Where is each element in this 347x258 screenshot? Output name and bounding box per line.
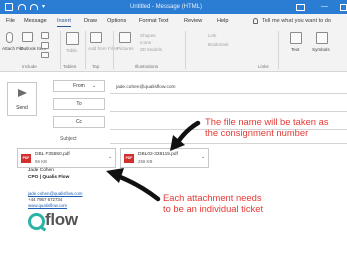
undo-icon[interactable]	[18, 3, 26, 11]
annotation-ticket-line1: Each attachment needs	[163, 192, 262, 203]
tell-me-search[interactable]: Tell me what you want to do	[262, 17, 331, 25]
pictures-button[interactable]: Pictures	[117, 46, 134, 51]
message-form: Send From ⌄ jade.cohen@qualisflow.com To…	[0, 72, 347, 258]
ribbon-display-options-icon[interactable]	[296, 4, 305, 11]
tab-draw[interactable]: Draw	[84, 17, 97, 25]
icons-button[interactable]: Icons	[140, 40, 151, 45]
tab-insert[interactable]: Insert	[57, 17, 71, 27]
subject-input[interactable]	[110, 143, 347, 144]
to-input[interactable]	[110, 111, 347, 112]
logo-text: flow	[45, 210, 78, 229]
outlook-compose-window: ▾ Untitled - Message (HTML) — File Messa…	[0, 0, 347, 258]
annotation-filename-line2: the consignment number	[205, 127, 309, 138]
minimize-icon[interactable]: —	[321, 2, 328, 12]
chevron-down-icon[interactable]: ⌄	[108, 154, 112, 160]
ribbon-separator	[113, 31, 114, 69]
signature-name: Jade Cohen	[28, 168, 54, 173]
chevron-down-icon[interactable]: ⌄	[201, 154, 205, 160]
pictures-icon[interactable]	[119, 32, 131, 43]
omega-symbol-icon[interactable]	[316, 32, 328, 44]
shapes-button[interactable]: Shapes	[140, 33, 156, 38]
pdf-icon: PDF	[21, 154, 31, 163]
from-button[interactable]: From ⌄	[53, 80, 105, 92]
ribbon-separator	[60, 31, 61, 69]
field-divider	[110, 93, 347, 94]
3d-models-button[interactable]: 3D Models	[140, 47, 162, 52]
signature-phone: +44 7957 672734	[28, 197, 63, 202]
save-icon[interactable]	[5, 3, 13, 11]
ribbon-separator	[185, 31, 186, 69]
business-card-icon[interactable]	[41, 32, 49, 39]
group-include-label: Include	[22, 64, 37, 69]
cc-button[interactable]: Cc	[53, 116, 105, 128]
attachment-size: 256 KB	[138, 159, 153, 164]
signature-icon[interactable]	[41, 52, 49, 58]
attachment-size: 96 KB	[35, 159, 47, 164]
ribbon-separator	[85, 31, 86, 69]
text-button[interactable]: Text	[291, 47, 299, 52]
table-icon[interactable]	[66, 32, 79, 45]
attachment-name: DBL F35550.pdf	[35, 152, 70, 157]
tab-review[interactable]: Review	[184, 17, 202, 25]
tab-options[interactable]: Options	[107, 17, 126, 25]
group-links-label: Links	[258, 64, 269, 69]
group-tables-label: Tables	[63, 64, 77, 69]
ribbon-tabs: File Message Insert Draw Options Format …	[0, 14, 347, 28]
group-tap-label: Tap	[92, 64, 100, 69]
signature-email-link[interactable]: jade.cohen@qualisflow.com	[28, 191, 83, 196]
to-label: To	[76, 101, 82, 107]
from-label: From	[73, 83, 85, 89]
bookmark-button[interactable]: Bookmark	[208, 42, 229, 47]
chevron-down-icon: ⌄	[92, 83, 97, 89]
send-label: Send	[16, 105, 28, 111]
outlook-item-icon[interactable]	[22, 32, 33, 42]
redo-icon[interactable]	[30, 3, 38, 11]
subject-label: Subject	[60, 136, 77, 142]
tab-help[interactable]: Help	[217, 17, 229, 25]
to-button[interactable]: To	[53, 98, 105, 110]
quick-access-dropdown-icon[interactable]: ▾	[42, 3, 50, 11]
group-illustrations-label: Illustrations	[135, 64, 159, 69]
text-box-icon[interactable]	[290, 32, 302, 44]
attachment-chip[interactable]: PDF DBL02-338115.pdf 256 KB ⌄	[120, 148, 209, 168]
ribbon-separator	[278, 31, 279, 69]
tab-file[interactable]: File	[6, 17, 15, 25]
pdf-icon: PDF	[124, 154, 134, 163]
symbols-button[interactable]: Symbols	[312, 47, 330, 52]
table-button[interactable]: Table	[66, 48, 77, 53]
calendar-icon[interactable]	[41, 42, 49, 49]
attachment-name: DBL02-338115.pdf	[138, 152, 178, 157]
signature-website-link[interactable]: www.qualisflow.com	[28, 203, 67, 208]
from-value: jade.cohen@qualisflow.com	[116, 85, 176, 90]
tab-message[interactable]: Message	[24, 17, 47, 25]
lightbulb-icon	[253, 18, 258, 24]
tab-format-text[interactable]: Format Text	[139, 17, 168, 25]
add-from-files-icon[interactable]	[90, 32, 102, 43]
annotation-ticket-line2: to be an individual ticket	[163, 203, 264, 214]
cc-label: Cc	[75, 119, 83, 125]
send-button[interactable]: Send	[7, 82, 37, 116]
attachment-chip[interactable]: PDF DBL F35550.pdf 96 KB ⌄	[17, 148, 116, 168]
maximize-icon[interactable]	[340, 4, 347, 11]
send-icon	[18, 89, 27, 97]
qualis-flow-logo-icon	[28, 213, 45, 230]
annotation-filename-line1: The file name will be taken as	[205, 116, 329, 127]
link-button[interactable]: Link	[208, 33, 216, 38]
title-bar: ▾ Untitled - Message (HTML) —	[0, 0, 347, 14]
paperclip-icon[interactable]	[6, 32, 13, 43]
signature-title: CPO | Qualis Flow	[28, 175, 70, 180]
window-title: Untitled - Message (HTML)	[130, 4, 203, 10]
ribbon-insert-panel: Attach File Outlook Item Include Table T…	[0, 28, 347, 72]
